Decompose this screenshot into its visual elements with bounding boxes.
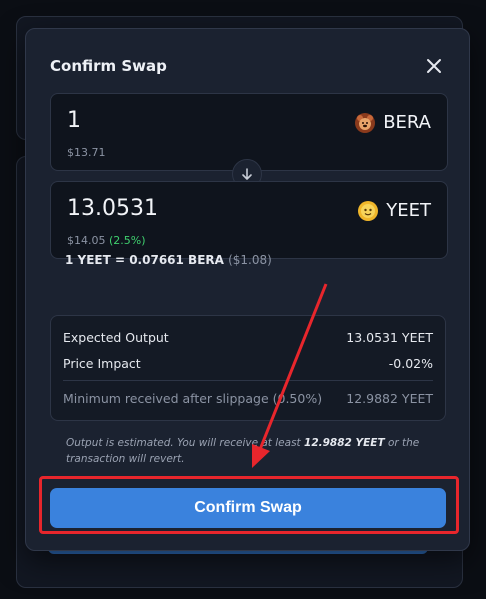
annotation-arrow-icon <box>252 283 328 468</box>
